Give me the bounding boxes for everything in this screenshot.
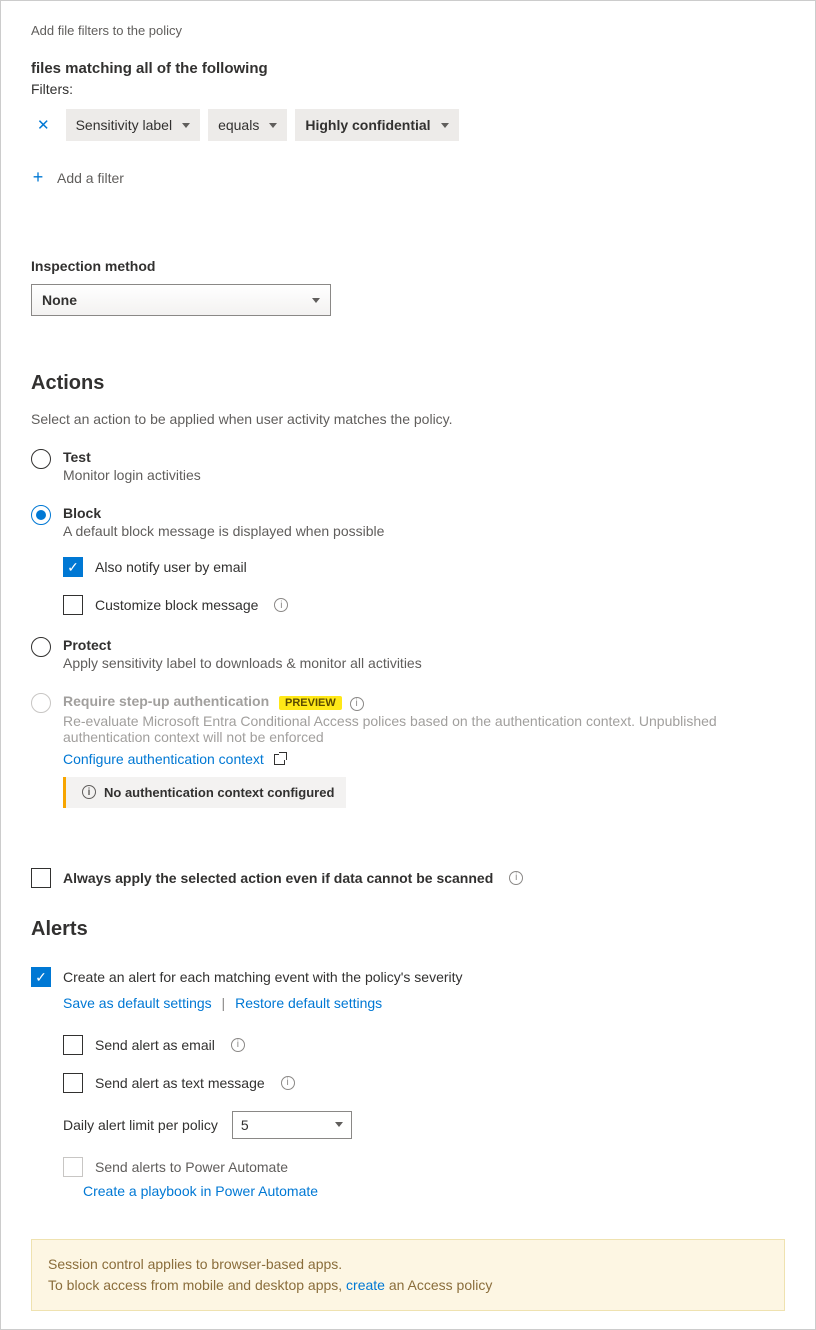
save-default-link[interactable]: Save as default settings: [63, 995, 212, 1011]
checkbox-send-text[interactable]: [63, 1073, 83, 1093]
actions-desc: Select an action to be applied when user…: [31, 411, 785, 427]
note-line2b: an Access policy: [385, 1277, 492, 1293]
plus-icon: +: [31, 167, 45, 188]
remove-filter-icon[interactable]: ✕: [31, 112, 56, 138]
checkbox-create-alert[interactable]: [31, 967, 51, 987]
info-icon: i: [82, 785, 96, 799]
note-line1: Session control applies to browser-based…: [48, 1254, 768, 1275]
actions-heading: Actions: [31, 372, 785, 395]
warning-text: No authentication context configured: [104, 785, 334, 800]
action-option-block[interactable]: Block A default block message is display…: [31, 505, 785, 539]
action-option-stepup: Require step-up authentication PREVIEW i…: [31, 693, 785, 808]
chevron-down-icon: [441, 123, 449, 128]
info-icon[interactable]: i: [281, 1076, 295, 1090]
chevron-down-icon: [335, 1122, 343, 1127]
alerts-heading: Alerts: [31, 918, 785, 941]
info-icon[interactable]: i: [274, 598, 288, 612]
create-playbook-link[interactable]: Create a playbook in Power Automate: [83, 1183, 318, 1199]
action-stepup-sub: Re-evaluate Microsoft Entra Conditional …: [63, 713, 785, 745]
filters-label: Filters:: [31, 81, 785, 97]
filter-value-pill[interactable]: Highly confidential: [295, 109, 458, 141]
link-separator: |: [222, 995, 226, 1011]
filter-value-label: Highly confidential: [305, 117, 430, 133]
daily-limit-value: 5: [241, 1117, 249, 1133]
filter-field-pill[interactable]: Sensitivity label: [66, 109, 201, 141]
checkbox-notify-email[interactable]: [63, 557, 83, 577]
radio-protect[interactable]: [31, 637, 51, 657]
filter-field-label: Sensitivity label: [76, 117, 173, 133]
filters-match-heading: files matching all of the following: [31, 60, 785, 77]
action-option-protect[interactable]: Protect Apply sensitivity label to downl…: [31, 637, 785, 671]
radio-test[interactable]: [31, 449, 51, 469]
filter-row: ✕ Sensitivity label equals Highly confid…: [31, 109, 785, 141]
preview-badge: PREVIEW: [279, 696, 342, 710]
configure-auth-context-link[interactable]: Configure authentication context: [63, 751, 264, 767]
inspection-value: None: [42, 292, 77, 308]
checkbox-always-apply[interactable]: [31, 868, 51, 888]
inspection-label: Inspection method: [31, 258, 785, 274]
info-icon[interactable]: i: [509, 871, 523, 885]
create-alert-label: Create an alert for each matching event …: [63, 969, 463, 985]
chevron-down-icon: [312, 298, 320, 303]
daily-limit-select[interactable]: 5: [232, 1111, 352, 1139]
chevron-down-icon: [269, 123, 277, 128]
action-test-sub: Monitor login activities: [63, 467, 785, 483]
filter-op-pill[interactable]: equals: [208, 109, 287, 141]
action-test-label: Test: [63, 449, 785, 465]
create-access-policy-link[interactable]: create: [346, 1277, 385, 1293]
radio-stepup: [31, 693, 51, 713]
checkbox-send-email[interactable]: [63, 1035, 83, 1055]
session-control-note: Session control applies to browser-based…: [31, 1239, 785, 1311]
filters-intro: Add file filters to the policy: [31, 23, 785, 38]
info-icon[interactable]: i: [350, 697, 364, 711]
add-filter-label: Add a filter: [57, 170, 124, 186]
daily-limit-label: Daily alert limit per policy: [63, 1117, 218, 1133]
radio-block[interactable]: [31, 505, 51, 525]
checkbox-customize-message[interactable]: [63, 595, 83, 615]
action-option-test[interactable]: Test Monitor login activities: [31, 449, 785, 483]
notify-email-label: Also notify user by email: [95, 559, 247, 575]
checkbox-power-automate: [63, 1157, 83, 1177]
note-line2a: To block access from mobile and desktop …: [48, 1277, 346, 1293]
auth-context-warning: i No authentication context configured: [63, 777, 346, 808]
customize-message-label: Customize block message: [95, 597, 258, 613]
send-email-label: Send alert as email: [95, 1037, 215, 1053]
action-stepup-label: Require step-up authentication: [63, 693, 269, 709]
external-link-icon: [274, 754, 285, 765]
power-automate-label: Send alerts to Power Automate: [95, 1159, 288, 1175]
action-block-sub: A default block message is displayed whe…: [63, 523, 785, 539]
info-icon[interactable]: i: [231, 1038, 245, 1052]
always-apply-label: Always apply the selected action even if…: [63, 870, 493, 886]
inspection-select[interactable]: None: [31, 284, 331, 316]
filter-op-label: equals: [218, 117, 259, 133]
restore-default-link[interactable]: Restore default settings: [235, 995, 382, 1011]
send-text-label: Send alert as text message: [95, 1075, 265, 1091]
add-filter-button[interactable]: + Add a filter: [31, 167, 124, 188]
action-block-label: Block: [63, 505, 785, 521]
action-protect-label: Protect: [63, 637, 785, 653]
action-protect-sub: Apply sensitivity label to downloads & m…: [63, 655, 785, 671]
chevron-down-icon: [182, 123, 190, 128]
